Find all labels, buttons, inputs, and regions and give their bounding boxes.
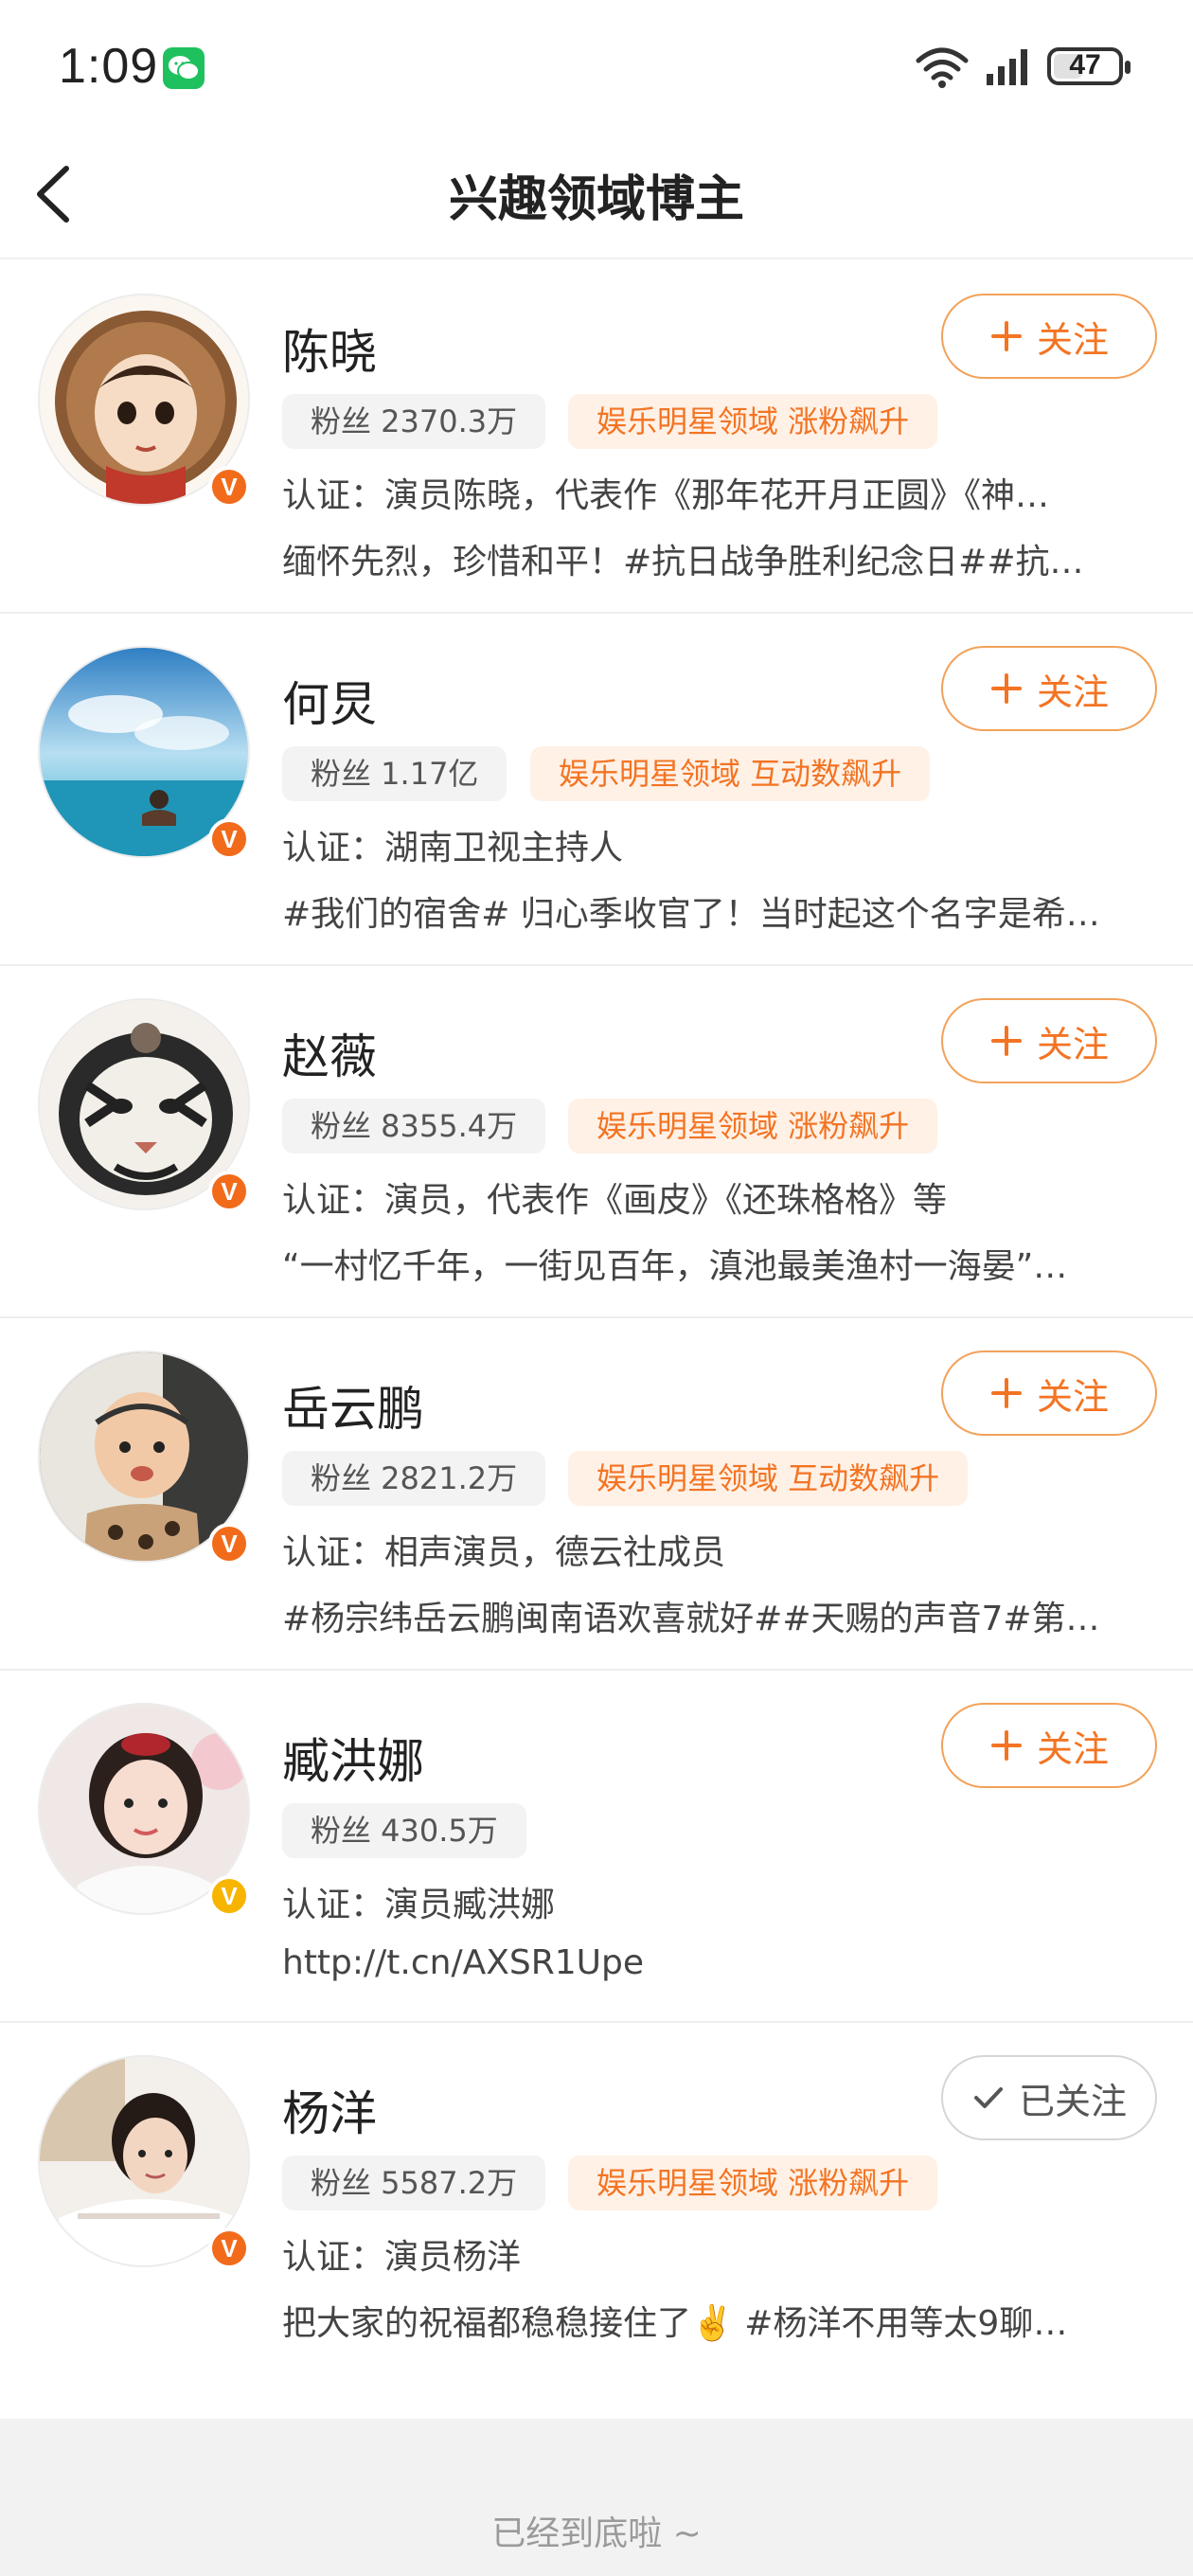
latest-post-text[interactable]: “一村忆千年，一街见百年，滇池最美渔村一海晏”… [282,1239,1138,1288]
follow-button[interactable]: 关注 [941,294,1157,379]
blogger-name[interactable]: 臧洪娜 [282,1724,424,1792]
latest-post-text[interactable]: 把大家的祝福都稳稳接住了✌️ #杨洋不用等太9聊… [282,2296,1138,2345]
plus-icon [990,1730,1022,1761]
following-button[interactable]: 已关注 [941,2055,1157,2140]
list-item[interactable]: V 臧洪娜 粉丝 430.5万 认证：演员臧洪娜 http://t.cn/AXS… [0,1671,1193,2023]
following-button-label: 已关注 [1018,2080,1127,2122]
latest-post-text[interactable]: #杨宗纬岳云鹏闽南语欢喜就好##天赐的声音7#第… [282,1591,1138,1640]
follow-button[interactable]: 关注 [941,1703,1157,1788]
blogger-list: V 陈晓 粉丝 2370.3万 娱乐明星领域 涨粉飙升 认证：演员陈晓，代表作《… [0,261,1193,2375]
battery-icon: 47 [1047,47,1131,85]
plus-icon [990,1378,1022,1408]
checkmark-icon [973,2087,1003,2108]
list-item[interactable]: V 赵薇 粉丝 8355.4万 娱乐明星领域 涨粉飙升 认证：演员，代表作《画皮… [0,966,1193,1318]
trend-tag: 娱乐明星领域 互动数飙升 [568,1451,969,1506]
blogger-name[interactable]: 岳云鹏 [282,1371,424,1440]
follow-button-label: 关注 [1036,1375,1109,1418]
latest-post-text[interactable]: #我们的宿舍# 归心季收官了！当时起这个名字是希… [282,886,1138,936]
follow-button-label: 关注 [1036,318,1109,361]
plus-icon [990,673,1022,704]
latest-post-text[interactable]: http://t.cn/AXSR1Upe [282,1943,1138,1982]
fans-count: 粉丝 1.17亿 [282,746,507,801]
list-item[interactable]: V 岳云鹏 粉丝 2821.2万 娱乐明星领域 互动数飙升 认证：相声演员，德云… [0,1318,1193,1671]
status-time: 1:09 [59,39,159,94]
blogger-name[interactable]: 赵薇 [282,1019,377,1087]
nav-bar: 兴趣领域博主 [0,133,1193,259]
fans-count: 粉丝 8355.4万 [282,1099,546,1154]
fans-count: 粉丝 2370.3万 [282,394,546,449]
wechat-icon [163,47,205,89]
blogger-name[interactable]: 杨洋 [282,2076,377,2144]
certification-text: 认证：演员臧洪娜 [282,1886,556,1924]
list-end-footer: 已经到底啦 ~ [0,2419,1193,2576]
list-item[interactable]: V 何炅 粉丝 1.17亿 娱乐明星领域 互动数飙升 认证：湖南卫视主持人 #我… [0,614,1193,966]
list-item[interactable]: V 杨洋 粉丝 5587.2万 娱乐明星领域 涨粉飙升 认证：演员杨洋 把大家的… [0,2023,1193,2375]
fans-count: 粉丝 2821.2万 [282,1451,546,1506]
follow-button-label: 关注 [1036,671,1109,713]
signal-icon [987,49,1027,85]
certification-text: 认证：演员陈晓，代表作《那年花开月正圆》《神… [282,476,1050,515]
verified-badge-icon: V [208,2227,250,2269]
plus-icon [990,321,1022,351]
latest-post-text[interactable]: 缅怀先烈，珍惜和平！#抗日战争胜利纪念日##抗… [282,534,1138,583]
trend-tag: 娱乐明星领域 涨粉飙升 [568,1099,938,1154]
plus-icon [990,1026,1022,1056]
end-of-list-text: 已经到底啦 ~ [491,2514,702,2553]
follow-button[interactable]: 关注 [941,646,1157,731]
certification-text: 认证：演员杨洋 [282,2238,522,2277]
page-title: 兴趣领域博主 [448,171,744,228]
battery-level: 47 [1069,49,1101,80]
wifi-icon [916,47,969,88]
follow-button[interactable]: 关注 [941,1351,1157,1436]
trend-tag: 娱乐明星领域 涨粉飙升 [568,394,938,449]
follow-button[interactable]: 关注 [941,998,1157,1083]
list-item[interactable]: V 陈晓 粉丝 2370.3万 娱乐明星领域 涨粉飙升 认证：演员陈晓，代表作《… [0,261,1193,614]
blogger-name[interactable]: 陈晓 [282,314,377,383]
verified-badge-icon: V [208,818,250,860]
blogger-name[interactable]: 何炅 [282,667,377,735]
certification-text: 认证：演员，代表作《画皮》《还珠格格》等 [282,1181,948,1220]
certification-text: 认证：湖南卫视主持人 [282,829,624,868]
follow-button-label: 关注 [1036,1727,1109,1770]
verified-badge-icon: V [208,1523,250,1565]
fans-count: 粉丝 430.5万 [282,1803,526,1858]
follow-button-label: 关注 [1036,1023,1109,1065]
fans-count: 粉丝 5587.2万 [282,2156,546,2210]
verified-badge-icon: V [208,1875,250,1917]
trend-tag: 娱乐明星领域 互动数飙升 [530,746,931,801]
certification-text: 认证：相声演员，德云社成员 [282,1533,726,1572]
verified-badge-icon: V [208,1171,250,1212]
status-bar: 1:09 47 [0,0,1193,133]
trend-tag: 娱乐明星领域 涨粉飙升 [568,2156,938,2210]
verified-badge-icon: V [208,466,250,508]
